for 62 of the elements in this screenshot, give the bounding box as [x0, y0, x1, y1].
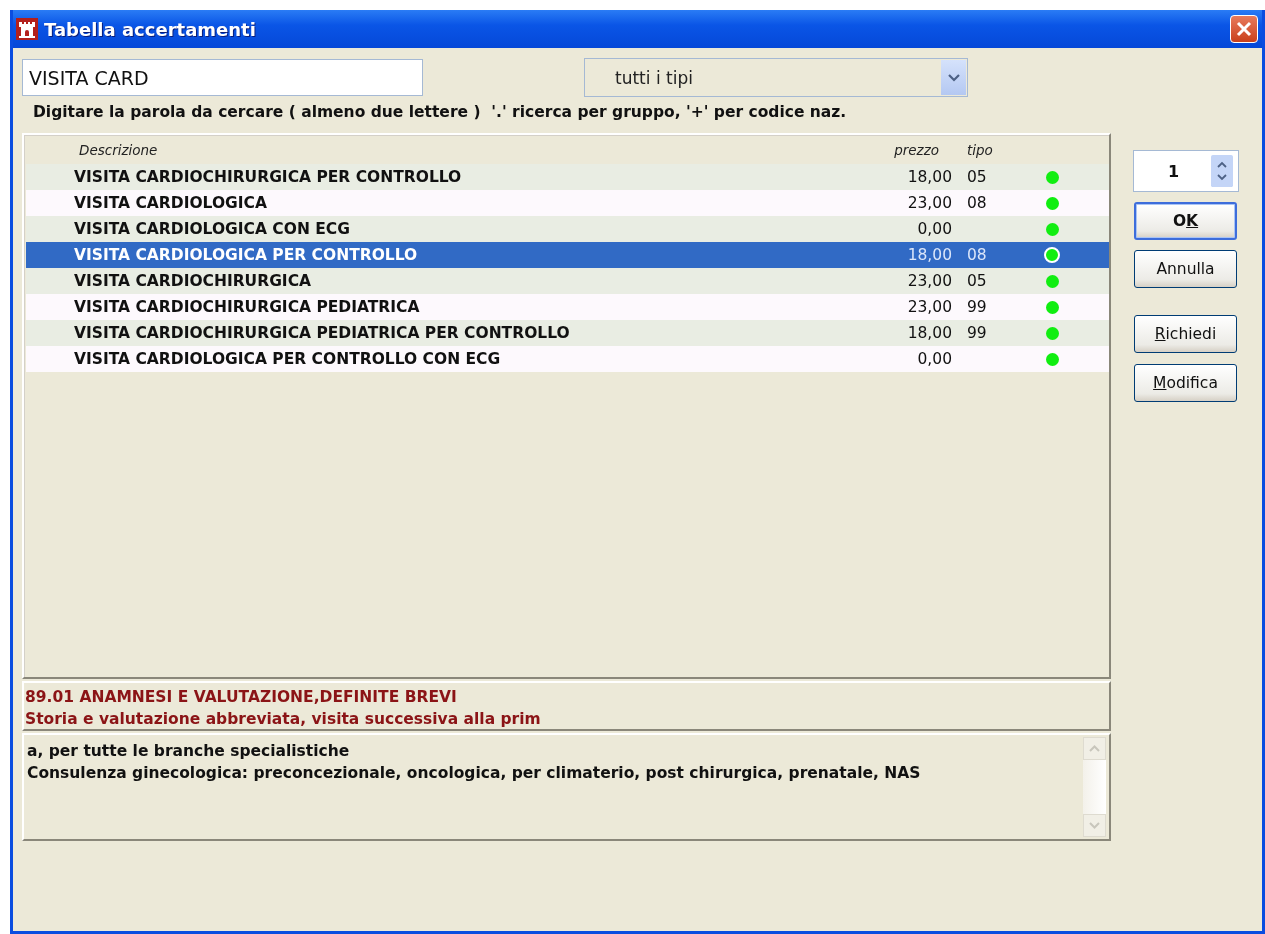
table-row[interactable]: VISITA CARDIOLOGICA PER CONTROLLO CON ECG 0,00: [26, 346, 1109, 372]
dialog-button[interactable]: Richiedi: [1134, 315, 1237, 353]
column-header: prezzo: [893, 142, 940, 158]
quantity-spinner[interactable]: 1: [1133, 150, 1239, 192]
close-button[interactable]: [1230, 15, 1258, 43]
table-cell-text: 99: [966, 324, 988, 342]
table-cell-text: VISITA CARDIOLOGICA: [73, 194, 268, 212]
status-dot-icon: [1045, 352, 1059, 366]
scroll-down-icon[interactable]: [1083, 814, 1106, 837]
chevron-down-icon: [947, 73, 960, 82]
scroll-up-icon[interactable]: [1083, 737, 1106, 760]
table-cell-text: 0,00: [916, 350, 952, 368]
table-cell-text: 05: [966, 168, 988, 186]
status-dot-icon: [1045, 222, 1059, 236]
table-row[interactable]: VISITA CARDIOCHIRURGICA 23,00 05: [26, 268, 1109, 294]
table-cell-text: 18,00: [906, 246, 952, 264]
table-cell-text: VISITA CARDIOLOGICA CON ECG: [73, 220, 351, 238]
window-title: Tabella accertamenti: [44, 18, 257, 40]
table-cell-text: 08: [966, 246, 988, 264]
table-cell-text: 0,00: [916, 220, 952, 238]
exam-code-title: 89.01 ANAMNESI E VALUTAZIONE,DEFINITE BREVI: [25, 687, 458, 708]
table-cell-text: 18,00: [906, 168, 952, 186]
table-cell-text: 23,00: [906, 194, 952, 212]
table-cell-text: VISITA CARDIOLOGICA PER CONTROLLO: [73, 246, 419, 264]
table-cell-text: VISITA CARDIOLOGICA PER CONTROLLO CON ECG: [73, 350, 502, 368]
table-cell-text: 23,00: [906, 272, 952, 290]
search-hint: Digitare la parola da cercare ( almeno due lettere ) '.' ricerca per gruppo, '+' per codice naz.: [33, 103, 848, 121]
table-row[interactable]: VISITA CARDIOCHIRURGICA PEDIATRICA 23,00 99: [26, 294, 1109, 320]
table-cell-text: VISITA CARDIOCHIRURGICA PEDIATRICA: [73, 298, 421, 316]
table-cell-text: 99: [966, 298, 988, 316]
close-icon: [1235, 20, 1253, 38]
column-header: Descrizione: [78, 142, 159, 158]
dialog-button[interactable]: OK: [1134, 202, 1237, 240]
status-dot-icon: [1045, 170, 1059, 184]
table-row[interactable]: VISITA CARDIOCHIRURGICA PEDIATRICA PER CONTROLLO 18,00 99: [26, 320, 1109, 346]
table-row[interactable]: VISITA CARDIOLOGICA CON ECG 0,00: [26, 216, 1109, 242]
table-cell-text: VISITA CARDIOCHIRURGICA: [73, 272, 312, 290]
table-cell-text: 08: [966, 194, 988, 212]
search-field[interactable]: VISITA CARD: [22, 59, 423, 96]
table-cell-text: 05: [966, 272, 988, 290]
column-header: tipo: [966, 142, 994, 158]
status-dot-icon: [1045, 274, 1059, 288]
status-dot-icon: [1045, 196, 1059, 210]
table-cell-text: 18,00: [906, 324, 952, 342]
dialog-button[interactable]: Modifica: [1134, 364, 1237, 402]
exam-description: Storia e valutazione abbreviata, visita successiva alla prim: [25, 709, 542, 730]
status-dot-icon: [1045, 326, 1059, 340]
table-row[interactable]: VISITA CARDIOLOGICA 23,00 08: [26, 190, 1109, 216]
spin-arrows-icon[interactable]: [1211, 155, 1233, 187]
castle-icon: [16, 18, 38, 40]
table-row[interactable]: VISITA CARDIOLOGICA PER CONTROLLO 18,00 08: [26, 242, 1109, 268]
dialog-button[interactable]: Annulla: [1134, 250, 1237, 288]
description-line: Consulenza ginecologica: preconcezionale, oncologica, per climaterio, post chirurgica, prenatale, NAS: [27, 763, 922, 784]
table-cell-text: 23,00: [906, 298, 952, 316]
status-dot-icon: [1044, 247, 1060, 263]
type-dropdown[interactable]: tutti i tipi: [584, 58, 968, 97]
scrollbar[interactable]: [1083, 737, 1106, 837]
description-line: a, per tutte le branche specialistiche: [27, 741, 351, 762]
status-dot-icon: [1045, 300, 1059, 314]
table-row[interactable]: VISITA CARDIOCHIRURGICA PER CONTROLLO 18,00 05: [26, 164, 1109, 190]
table-cell-text: VISITA CARDIOCHIRURGICA PEDIATRICA PER CONTROLLO: [73, 324, 571, 342]
table-cell-text: VISITA CARDIOCHIRURGICA PER CONTROLLO: [73, 168, 463, 186]
